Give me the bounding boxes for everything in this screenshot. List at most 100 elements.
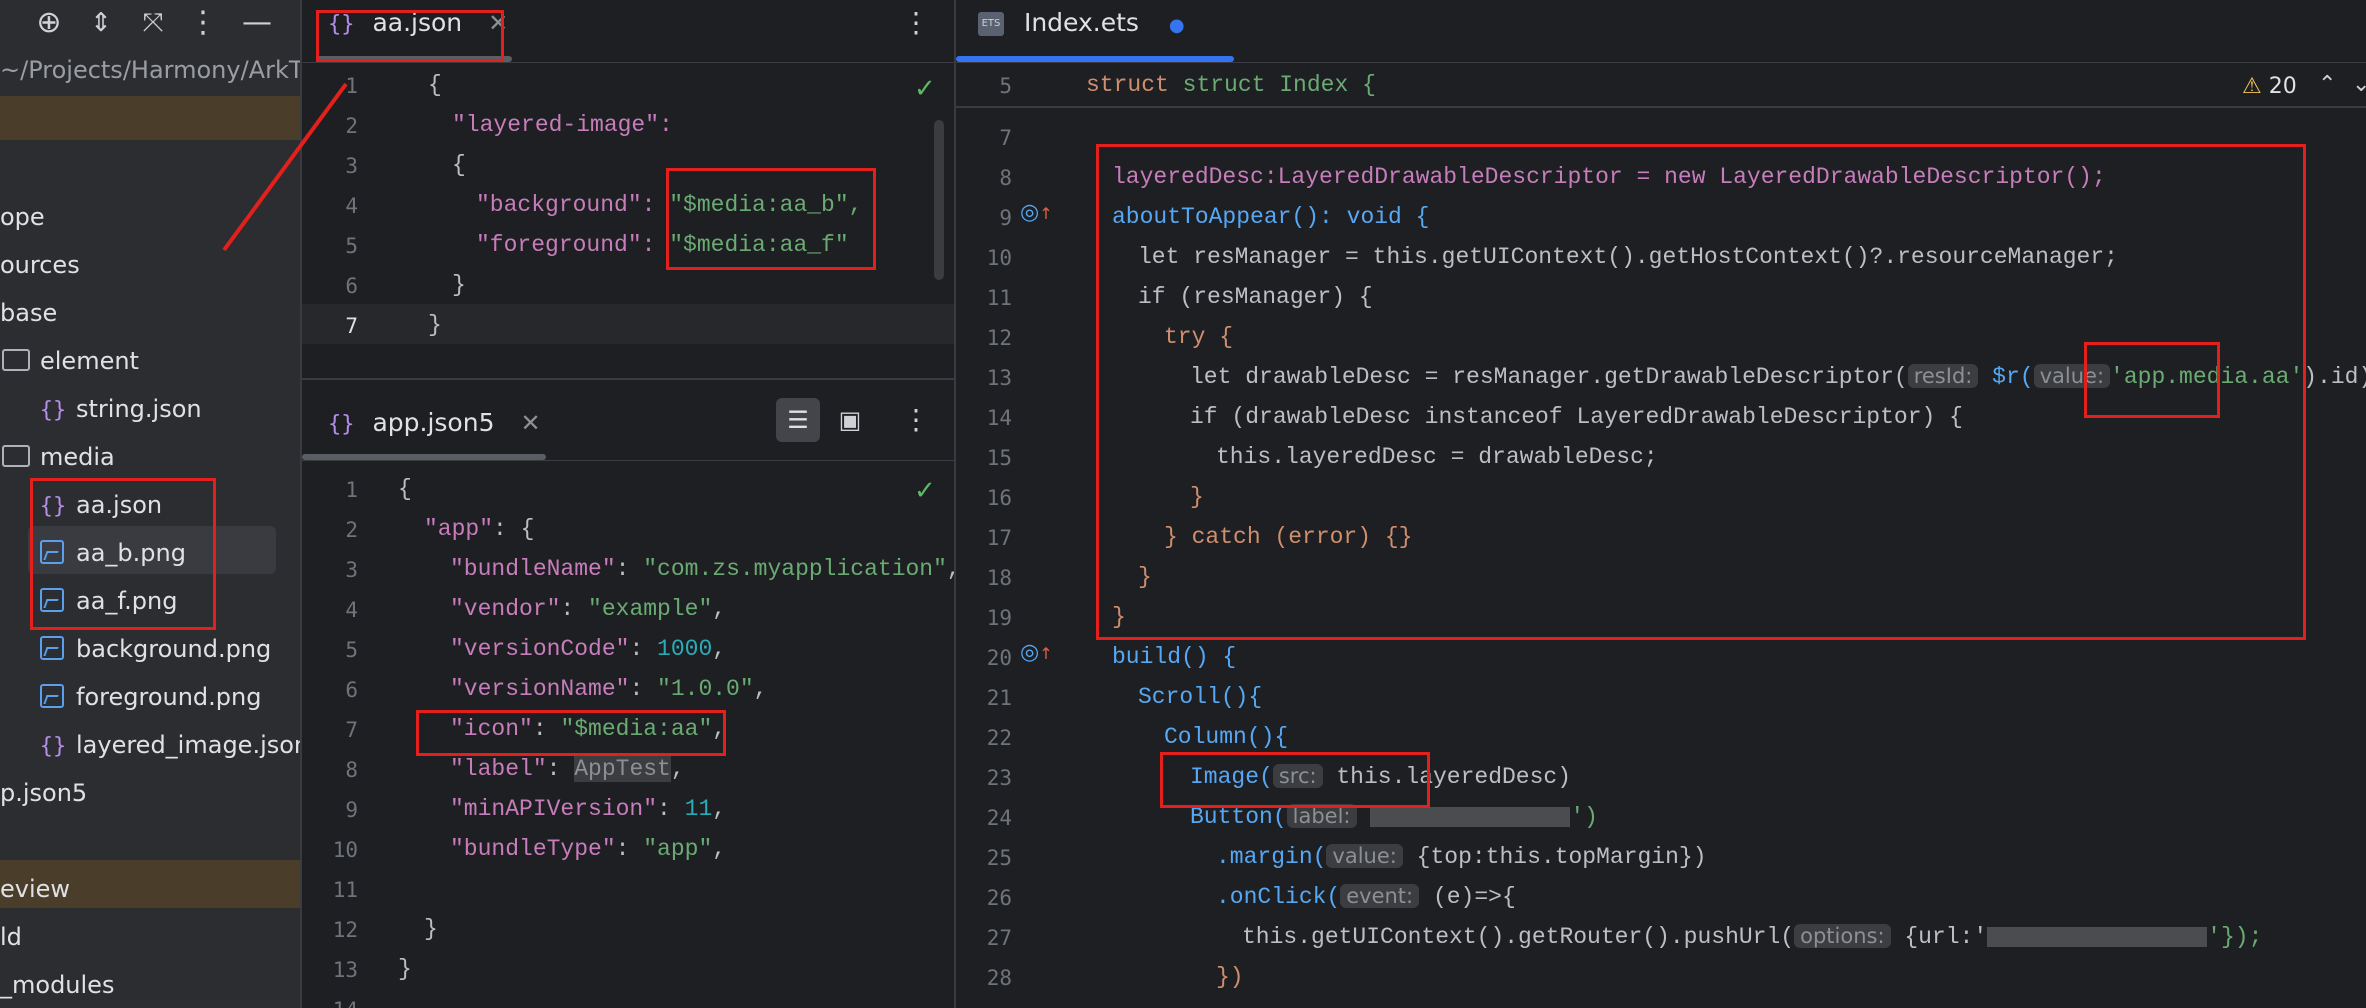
tree-item-base[interactable]: base bbox=[0, 290, 57, 336]
line-number: 27 bbox=[986, 926, 1012, 950]
code-line-1[interactable]: { bbox=[428, 72, 442, 98]
preview-icon[interactable]: ▣ bbox=[828, 398, 872, 442]
active-tab-underline bbox=[956, 56, 1234, 62]
line-number: 8 bbox=[999, 166, 1012, 190]
param-hint: event: bbox=[1340, 884, 1420, 908]
tree-item-scope[interactable]: ope bbox=[0, 194, 45, 240]
line-number: 6 bbox=[345, 274, 358, 298]
line-number: 14 bbox=[986, 406, 1012, 430]
check-icon: ✓ bbox=[914, 476, 936, 506]
tree-item-build[interactable]: ld bbox=[0, 914, 22, 960]
code-line-7[interactable]: } bbox=[428, 312, 442, 338]
line-number: 7 bbox=[345, 314, 358, 338]
index-ets-tabbar: ETS Index.ets ● bbox=[956, 0, 2366, 63]
scrollbar[interactable] bbox=[934, 120, 944, 280]
image-file-icon bbox=[40, 684, 64, 708]
tree-item-string-json[interactable]: {} string.json bbox=[38, 386, 202, 432]
redacted-block bbox=[1987, 926, 2208, 947]
line-number: 26 bbox=[986, 886, 1012, 910]
line-number: 23 bbox=[986, 766, 1012, 790]
code-line-21[interactable]: Scroll(){ bbox=[1138, 684, 1262, 710]
code-line-1[interactable]: { bbox=[398, 476, 412, 502]
override-gutter-icon[interactable]: ◎↑ bbox=[1020, 200, 1053, 225]
tree-item-node-modules[interactable]: _modules bbox=[0, 962, 114, 1008]
tree-item-foreground-png[interactable]: foreground.png bbox=[40, 674, 261, 720]
image-file-icon bbox=[40, 636, 64, 660]
code-line-8[interactable]: "label": AppTest, bbox=[450, 756, 685, 782]
target-icon[interactable]: ⊕ bbox=[32, 6, 66, 40]
sticky-struct-line[interactable]: struct struct Index { bbox=[1086, 72, 1376, 98]
minimize-icon[interactable]: — bbox=[240, 6, 274, 40]
code-line-3[interactable]: "bundleName": "com.zs.myapplication", bbox=[450, 556, 954, 582]
chevron-down-icon[interactable]: ⌄ bbox=[2352, 72, 2366, 97]
code-line-9[interactable]: "minAPIVersion": 11, bbox=[450, 796, 726, 822]
warning-icon: ⚠ bbox=[2242, 74, 2262, 99]
line-number: 3 bbox=[345, 558, 358, 582]
more-vert-icon[interactable]: ⋮ bbox=[902, 398, 930, 442]
code-line-22[interactable]: Column(){ bbox=[1164, 724, 1288, 750]
code-line-20[interactable]: build() { bbox=[1112, 644, 1236, 670]
tree-item-media[interactable]: media bbox=[2, 434, 115, 480]
annotation-box-image-call bbox=[1160, 752, 1430, 808]
warning-indicator[interactable]: ⚠ 20 bbox=[2242, 74, 2297, 99]
index-ets-editor: ETS Index.ets ● 5 struct struct Index { … bbox=[956, 0, 2366, 1008]
line-number: 8 bbox=[345, 758, 358, 782]
code-line-6[interactable]: } bbox=[452, 272, 466, 298]
tree-item-app-json5[interactable]: p.json5 bbox=[0, 770, 87, 816]
annotation-box-media-ref bbox=[2084, 342, 2220, 418]
app-json5-tabbar: {} app.json5 ✕ ☰ ▣ ⋮ bbox=[302, 380, 954, 461]
ets-file-icon: ETS bbox=[978, 12, 1004, 36]
override-gutter-icon[interactable]: ◎↑ bbox=[1020, 640, 1053, 665]
collapse-all-icon[interactable]: ⤧ bbox=[136, 6, 170, 40]
folder-icon bbox=[2, 349, 30, 371]
line-number: 21 bbox=[986, 686, 1012, 710]
line-number: 10 bbox=[332, 838, 358, 862]
line-number: 14 bbox=[302, 998, 358, 1008]
tree-item-background-png[interactable]: background.png bbox=[40, 626, 271, 672]
code-line-2[interactable]: "layered-image": bbox=[452, 112, 673, 138]
code-line-13[interactable]: } bbox=[398, 956, 412, 982]
more-vert-icon[interactable]: ⋮ bbox=[902, 0, 930, 60]
param-hint: value: bbox=[1326, 844, 1403, 868]
code-line-27[interactable]: this.getUIContext().getRouter().pushUrl(… bbox=[1242, 924, 2262, 950]
code-line-25[interactable]: .margin(value: {top:this.topMargin}) bbox=[1216, 844, 1707, 870]
expand-collapse-icon[interactable]: ⇕ bbox=[84, 6, 118, 40]
line-number: 18 bbox=[986, 566, 1012, 590]
tab-app-json5[interactable]: {} app.json5 ✕ bbox=[328, 400, 541, 460]
tree-item-layered-image-json[interactable]: {} layered_image.json bbox=[38, 722, 300, 768]
annotation-box-aa-tab bbox=[316, 10, 504, 62]
tree-item-element[interactable]: element bbox=[2, 338, 139, 384]
chevron-up-icon[interactable]: ⌃ bbox=[2318, 72, 2336, 97]
tree-item-resources[interactable]: ources bbox=[0, 242, 80, 288]
aa-json-editor: {} aa.json ✕ ⋮ ✓ 1 2 3 4 5 6 7 { "layere… bbox=[302, 0, 954, 378]
sticky-divider bbox=[956, 106, 2366, 108]
json-file-icon: {} bbox=[39, 734, 67, 759]
annotation-box-media-values bbox=[666, 168, 876, 270]
line-number: 20 bbox=[986, 646, 1012, 670]
code-line-6[interactable]: "versionName": "1.0.0", bbox=[450, 676, 767, 702]
code-line-2[interactable]: "app": { bbox=[424, 516, 534, 542]
code-line-28[interactable]: }) bbox=[1216, 964, 1244, 990]
tree-item-preview[interactable]: eview bbox=[0, 866, 70, 912]
annotation-box-media-files bbox=[30, 478, 216, 630]
close-tab-icon[interactable]: ✕ bbox=[520, 409, 540, 437]
code-line-26[interactable]: .onClick(event: (e)=>{ bbox=[1216, 884, 1516, 910]
code-line-3[interactable]: { bbox=[452, 152, 466, 178]
check-icon: ✓ bbox=[914, 74, 936, 104]
line-number: 15 bbox=[986, 446, 1012, 470]
code-view-icon[interactable]: ☰ bbox=[776, 398, 820, 442]
line-number: 25 bbox=[986, 846, 1012, 870]
more-vert-icon[interactable]: ⋮ bbox=[186, 6, 220, 40]
code-line-5[interactable]: "versionCode": 1000, bbox=[450, 636, 726, 662]
line-number: 17 bbox=[986, 526, 1012, 550]
code-line-10[interactable]: "bundleType": "app", bbox=[450, 836, 726, 862]
tab-index-ets[interactable]: ETS Index.ets ● bbox=[978, 0, 1185, 60]
json-file-icon: {} bbox=[328, 412, 355, 437]
line-number: 7 bbox=[345, 718, 358, 742]
modified-dot-icon: ● bbox=[1168, 15, 1185, 36]
line-number: 2 bbox=[345, 518, 358, 542]
line-number: 9 bbox=[345, 798, 358, 822]
line-number: 11 bbox=[986, 286, 1012, 310]
code-line-4[interactable]: "vendor": "example", bbox=[450, 596, 726, 622]
code-line-12[interactable]: } bbox=[424, 916, 438, 942]
